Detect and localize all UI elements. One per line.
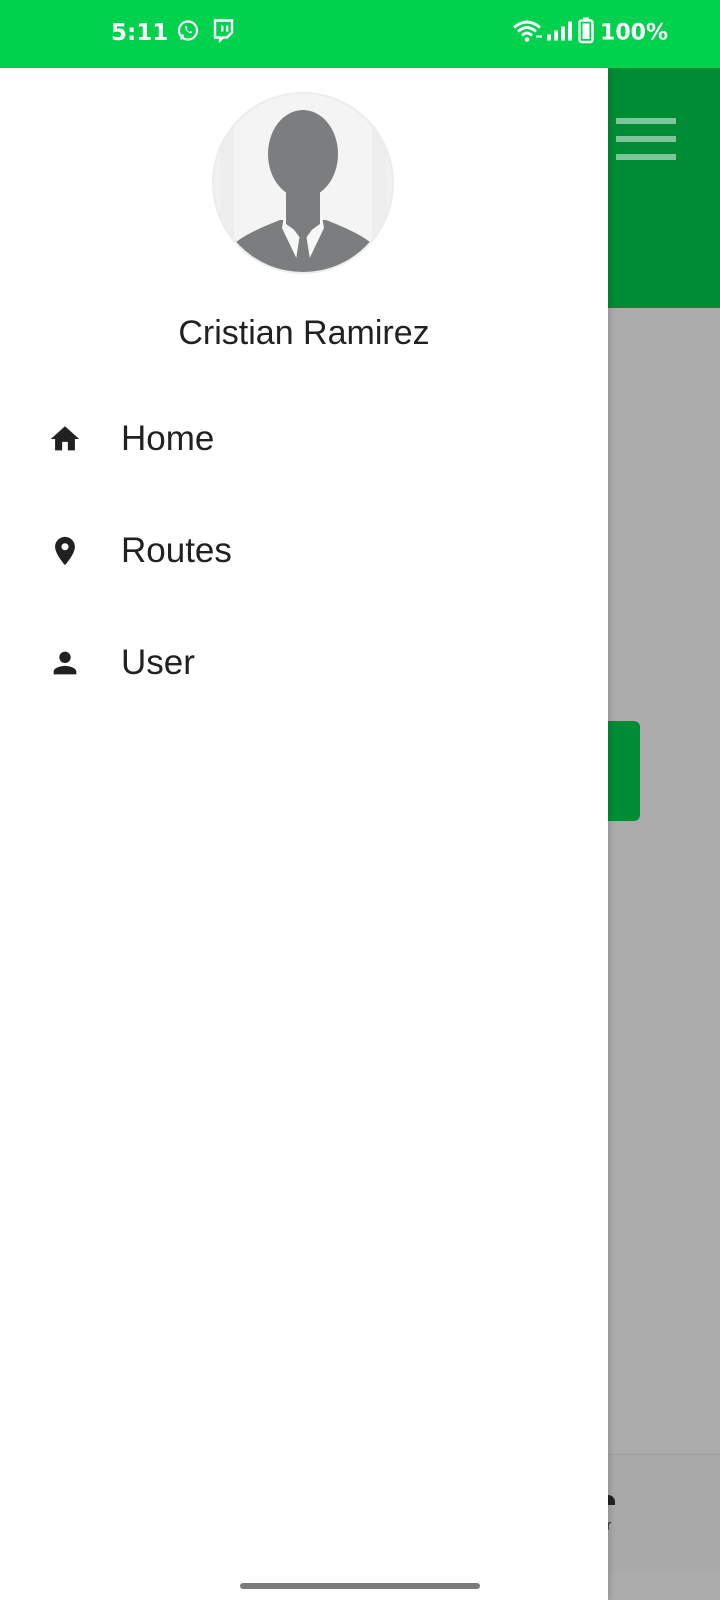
menu-item-home[interactable]: Home — [0, 383, 608, 495]
home-icon — [48, 422, 82, 456]
avatar[interactable] — [212, 92, 394, 274]
status-system-icons: 100% — [512, 17, 668, 49]
default-person-avatar-icon — [220, 94, 386, 272]
menu-item-user[interactable]: User — [0, 607, 608, 719]
status-time: 5:11 — [111, 20, 169, 46]
hamburger-menu-icon[interactable] — [616, 118, 676, 160]
battery-percent: 100% — [600, 20, 668, 46]
wifi-icon — [512, 19, 543, 48]
menu-item-label: User — [121, 643, 195, 682]
user-name: Cristian Ramirez — [178, 314, 430, 352]
person-icon — [48, 646, 82, 680]
menu-item-label: Routes — [121, 531, 232, 570]
whatsapp-icon — [176, 19, 200, 48]
signal-icon — [546, 19, 574, 48]
navigation-drawer: Cristian Ramirez Home Routes User — [0, 68, 608, 1600]
drawer-menu: Home Routes User — [0, 383, 608, 719]
twitch-icon — [212, 19, 234, 48]
menu-item-routes[interactable]: Routes — [0, 495, 608, 607]
gesture-nav-handle[interactable] — [240, 1583, 480, 1589]
status-notification-icons — [176, 19, 234, 48]
battery-icon — [578, 17, 594, 49]
menu-item-label: Home — [121, 419, 215, 458]
location-pin-icon — [48, 534, 82, 568]
status-bar: 5:11 100% — [0, 0, 720, 68]
